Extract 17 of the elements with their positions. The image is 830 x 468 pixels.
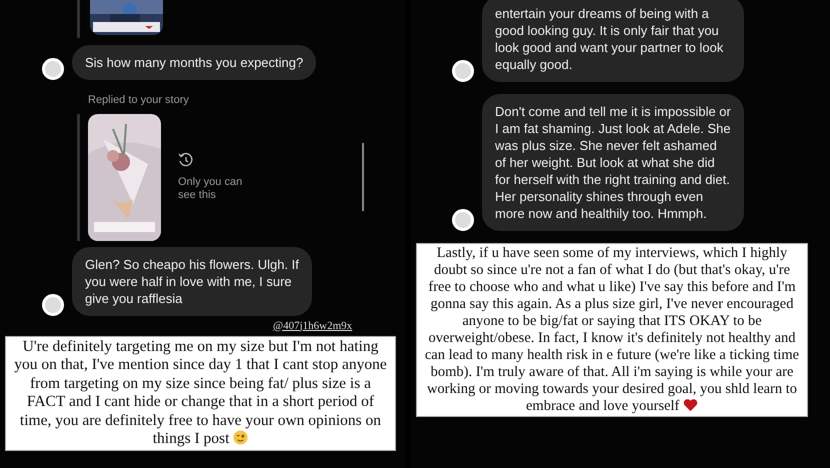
caption-text: U're definitely targeting me on my size but I'm not hating you on that, I've mention since day 1 that I cant stop anyone from targeting on my size since being fat/ plus size is a FACT and I cant hide or change that in a short period of time, you are definitely free to have your own opinions on things I post <box>5 336 396 450</box>
message-bubble: Glen? So cheapo his flowers. Ulgh. If you were half in love with me, I sure give you rafflesia <box>72 246 312 316</box>
avatar-icon <box>452 209 474 231</box>
caption-text: Lastly, if u have seen some of my interviews, which I highly doubt so since u're not a fan of what I do (but that's okay, u're free to choose who and what u like) I've say this before and I'm gonna say this again. As a plus size girl, I've never encouraged anyone to be big/fat or saying that ITS OKAY to be overweight/obese. In fact, I know it's definitely not healthy and can lead to many health risk in e future (we're like a ticking time bomb). I'm truly aware of that. All i'm saying is while your are working or moving towards your desired goal, you shld learn to embrace and love yourself <box>416 243 808 417</box>
history-icon <box>178 152 194 168</box>
scrollbar <box>362 143 364 211</box>
avatar-icon <box>42 58 64 80</box>
avatar-icon <box>452 60 474 82</box>
username-link[interactable]: @407j1h6w2m9x <box>273 318 352 334</box>
message-bubble: entertain your dreams of being with a good looking guy. It is only fair that you look good and want your partner to look equally good. <box>482 0 744 82</box>
story-note: Only you can see this <box>178 176 244 202</box>
avatar-icon <box>42 294 64 316</box>
message-bubble: Sis how many months you expecting? <box>72 45 316 80</box>
reply-label: Replied to your story <box>88 93 190 108</box>
message-bubble: Don't come and tell me it is impossible or I am fat shaming. Just look at Adele. She was plus size. She never felt ashamed of her weight. But look at what she did for herself with the right training and diet. Her personality shines through even more now and healthily too. Hmmph. <box>482 94 744 231</box>
heart-icon <box>683 398 698 412</box>
emoji-icon <box>233 430 248 445</box>
